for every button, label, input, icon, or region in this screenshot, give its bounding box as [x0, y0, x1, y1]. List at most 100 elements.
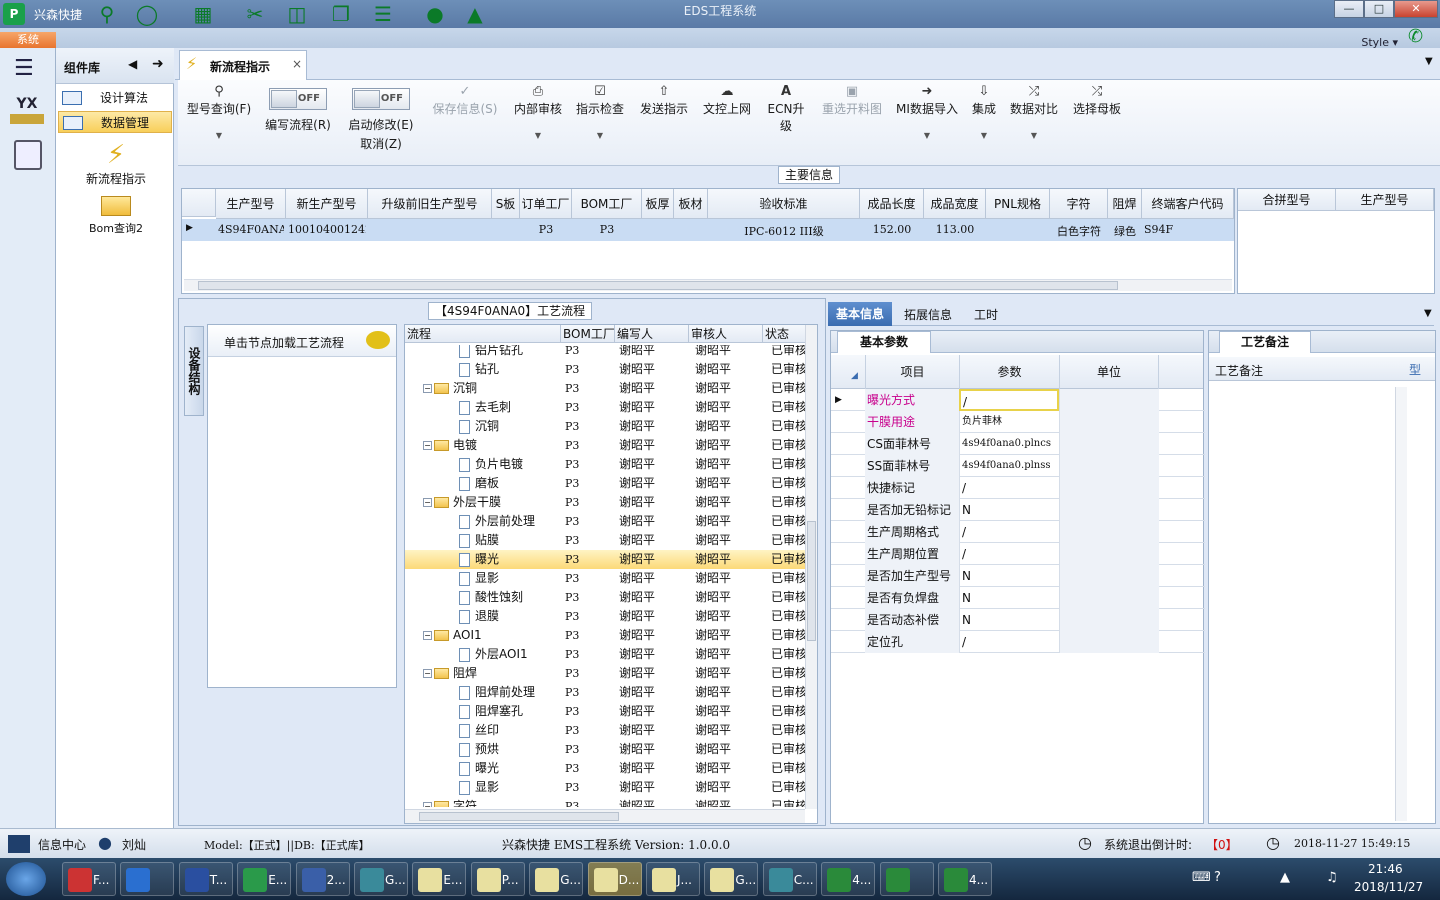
column-header[interactable]: 生产型号: [216, 189, 286, 219]
table-icon[interactable]: ▦: [190, 2, 216, 26]
tree-node[interactable]: 外层前处理 P3 谢昭平 谢昭平 已审核: [405, 512, 805, 531]
taskbar-item[interactable]: J...: [646, 862, 700, 896]
tree-node[interactable]: 预烘 P3 谢昭平 谢昭平 已审核: [405, 740, 805, 759]
start-button[interactable]: [6, 862, 46, 896]
table-row[interactable]: ▶ 4S94F0ANA0 10010400124241 P3 P3 IPC-6012 I…: [182, 219, 1234, 241]
system-tab[interactable]: 系统: [0, 32, 56, 48]
tree-node[interactable]: − 电镀 P3 谢昭平 谢昭平 已审核: [405, 436, 805, 455]
column-header[interactable]: 板材: [674, 189, 708, 219]
menu-icon[interactable]: ☰: [14, 56, 38, 81]
tree-node[interactable]: 曝光 P3 谢昭平 谢昭平 已审核: [405, 759, 805, 778]
yx-module-icon[interactable]: YX: [10, 96, 44, 130]
taskbar-item[interactable]: T...: [178, 862, 233, 896]
param-row[interactable]: 是否动态补偿 N: [831, 609, 1205, 631]
taskbar-item[interactable]: P...: [470, 862, 525, 896]
tree-node[interactable]: 显影 P3 谢昭平 谢昭平 已审核: [405, 778, 805, 797]
tree-node[interactable]: 显影 P3 谢昭平 谢昭平 已审核: [405, 569, 805, 588]
taskbar-item[interactable]: D...: [587, 862, 642, 896]
integrate-button[interactable]: ⇩ 集成 ▼: [968, 84, 1000, 140]
taskbar-item[interactable]: 4...: [938, 862, 992, 896]
param-value[interactable]: /: [959, 521, 1059, 543]
column-header[interactable]: 订单工厂: [520, 189, 572, 219]
maximize-button[interactable]: □: [1364, 0, 1394, 18]
bom-query-item[interactable]: Bom查询2: [76, 196, 156, 236]
sidebar-item-data-management[interactable]: 数据管理: [58, 111, 172, 133]
tab-work-hours[interactable]: 工时: [966, 306, 1006, 323]
param-row[interactable]: 是否加生产型号 N: [831, 565, 1205, 587]
param-value[interactable]: /: [959, 543, 1059, 565]
reselect-material-button[interactable]: ▣ 重选开料图: [820, 84, 884, 117]
info-center-link[interactable]: 信息中心: [38, 836, 86, 853]
taskbar-item[interactable]: G...: [704, 862, 759, 896]
column-header[interactable]: 板厚: [642, 189, 674, 219]
scissors-icon[interactable]: ✂: [242, 2, 268, 26]
tree-node[interactable]: 阻焊前处理 P3 谢昭平 谢昭平 已审核: [405, 683, 805, 702]
chevron-down-icon[interactable]: ▼: [1424, 308, 1432, 319]
start-modify-toggle[interactable]: OFF: [352, 88, 410, 110]
taskbar-item[interactable]: [120, 862, 175, 896]
column-header[interactable]: PNL规格: [986, 189, 1050, 219]
param-row[interactable]: 定位孔 /: [831, 631, 1205, 653]
tab-basic-info[interactable]: 基本信息: [828, 302, 892, 326]
new-flow-instruction-item[interactable]: ⚡ 新流程指示: [76, 140, 156, 187]
taskbar-item[interactable]: G...: [354, 862, 408, 896]
param-value[interactable]: /: [959, 631, 1059, 653]
param-row[interactable]: 生产周期位置 /: [831, 543, 1205, 565]
user-icon[interactable]: ●: [422, 2, 448, 26]
phone-icon[interactable]: ✆: [1408, 26, 1423, 47]
taskbar-item[interactable]: G...: [529, 862, 584, 896]
select-master-button[interactable]: ⤮ 选择母板: [1070, 84, 1124, 117]
horizontal-scrollbar[interactable]: [405, 809, 805, 823]
tree-node[interactable]: 去毛刺 P3 谢昭平 谢昭平 已审核: [405, 398, 805, 417]
globe-icon[interactable]: ◯: [134, 2, 160, 26]
column-header[interactable]: 流程: [405, 325, 561, 343]
taskbar-item[interactable]: F...: [62, 862, 116, 896]
tree-node[interactable]: − 外层干膜 P3 谢昭平 谢昭平 已审核: [405, 493, 805, 512]
vertical-scrollbar[interactable]: [1395, 387, 1407, 821]
tab-process-remark[interactable]: 工艺备注: [1219, 331, 1311, 353]
network-icon[interactable]: ▲: [1280, 870, 1290, 885]
taskbar-item[interactable]: E...: [412, 862, 467, 896]
tree-node[interactable]: 丝印 P3 谢昭平 谢昭平 已审核: [405, 721, 805, 740]
column-header[interactable]: 验收标准: [708, 189, 860, 219]
ecn-upgrade-button[interactable]: A ECN升级: [762, 84, 810, 134]
start-modify-button[interactable]: OFF 启动修改(E) 取消(Z): [344, 84, 418, 152]
close-button[interactable]: ✕: [1394, 0, 1438, 18]
tree-node[interactable]: 酸性蚀刻 P3 谢昭平 谢昭平 已审核: [405, 588, 805, 607]
tab-equipment-structure[interactable]: 设备结构: [184, 326, 204, 416]
tree-node[interactable]: 曝光 P3 谢昭平 谢昭平 已审核: [405, 550, 805, 569]
film-icon[interactable]: ◫: [284, 2, 310, 26]
copy-icon[interactable]: ❐: [328, 2, 354, 26]
instruction-check-button[interactable]: ☑ 指示检查 ▼: [574, 84, 626, 140]
column-header[interactable]: 新生产型号: [286, 189, 368, 219]
collapse-icon[interactable]: −: [423, 498, 432, 507]
param-value[interactable]: N: [959, 587, 1059, 609]
tree-node[interactable]: 磨板 P3 谢昭平 谢昭平 已审核: [405, 474, 805, 493]
file-upload-button[interactable]: ☁ 文控上网: [700, 84, 754, 117]
scrollbar-thumb[interactable]: [198, 281, 1118, 290]
column-header[interactable]: 升级前旧生产型号: [368, 189, 492, 219]
tree-node[interactable]: − AOI1 P3 谢昭平 谢昭平 已审核: [405, 626, 805, 645]
param-row[interactable]: 干膜用途 负片菲林: [831, 411, 1205, 433]
column-header[interactable]: 成品长度: [860, 189, 924, 219]
collapse-icon[interactable]: −: [423, 631, 432, 640]
column-header[interactable]: BOM工厂: [572, 189, 642, 219]
tree-node[interactable]: 铝片钻孔 P3 谢昭平 谢昭平 已审核: [405, 345, 805, 360]
tab-basic-params[interactable]: 基本参数: [837, 331, 931, 353]
internal-review-button[interactable]: ⎙ 内部审核 ▼: [510, 84, 566, 140]
tree-node[interactable]: − 阻焊 P3 谢昭平 谢昭平 已审核: [405, 664, 805, 683]
taskbar-item[interactable]: 2...: [295, 862, 350, 896]
list-icon[interactable]: ☰: [370, 2, 396, 26]
param-row[interactable]: 是否加无铅标记 N: [831, 499, 1205, 521]
column-header[interactable]: 状态: [763, 325, 807, 343]
tree-node[interactable]: 贴膜 P3 谢昭平 谢昭平 已审核: [405, 531, 805, 550]
param-value[interactable]: /: [959, 389, 1059, 411]
chart-icon[interactable]: ▲: [462, 2, 488, 26]
tree-node[interactable]: 钻孔 P3 谢昭平 谢昭平 已审核: [405, 360, 805, 379]
collapse-icon[interactable]: −: [423, 669, 432, 678]
sidebar-item-design-algorithm[interactable]: 设计算法: [58, 87, 172, 109]
calculator-icon[interactable]: [14, 140, 42, 170]
edit-flow-toggle[interactable]: OFF: [269, 88, 327, 110]
column-header[interactable]: 编写人: [615, 325, 689, 343]
send-instruction-button[interactable]: ⇧ 发送指示: [636, 84, 692, 117]
